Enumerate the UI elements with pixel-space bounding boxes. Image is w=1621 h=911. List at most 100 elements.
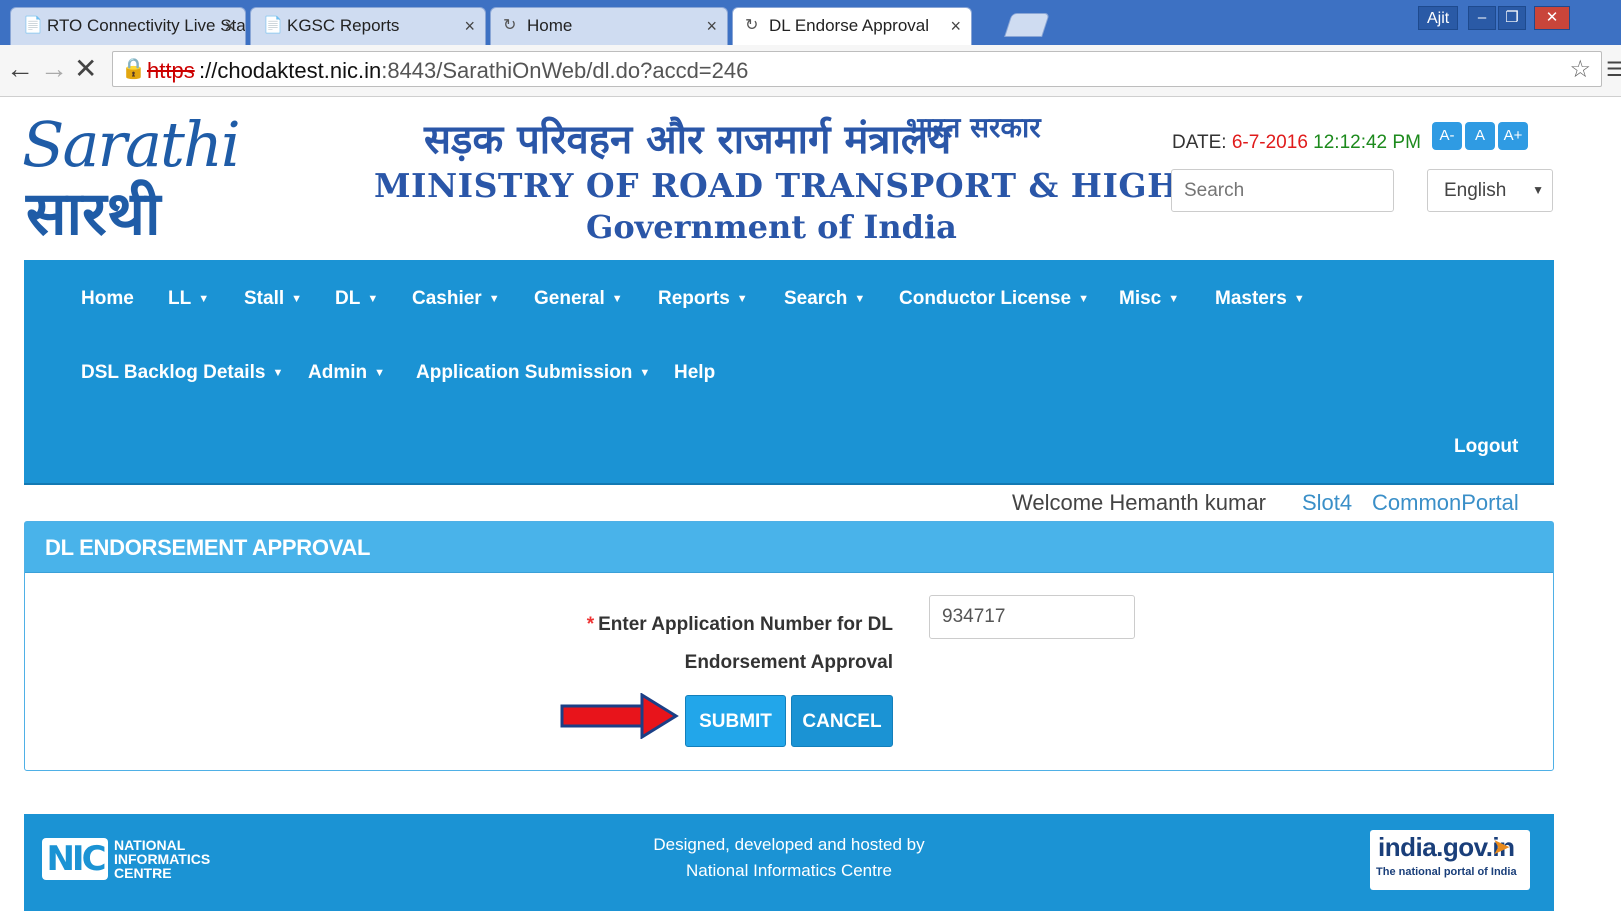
minimize-icon[interactable]: – [1468,6,1496,30]
nav-label: DSL Backlog Details [81,362,266,383]
nav-dl[interactable]: DL ▼ [335,288,378,310]
caret-down-icon: ▼ [1168,293,1180,305]
ministry-hindi-title: सड़क परिवहन और राजमार्ग मंत्रालय [424,117,952,163]
nav-masters[interactable]: Masters ▼ [1215,288,1305,310]
nav-cashier[interactable]: Cashier ▼ [412,288,500,310]
caret-down-icon: ▼ [639,367,651,379]
font-normal-button[interactable]: A [1465,122,1495,150]
welcome-text: Welcome Hemanth kumar [1012,490,1266,515]
application-number-label: * Enter Application Number for DL Endorse… [465,606,893,682]
tab-title: RTO Connectivity Live Sta [47,16,246,35]
caret-down-icon: ▼ [367,293,379,305]
nav-dsl-backlog[interactable]: DSL Backlog Details ▼ [81,362,283,384]
nav-stall[interactable]: Stall ▼ [244,288,302,310]
url-path: :8443/SarathiOnWeb/dl.do?accd=246 [381,58,749,83]
caret-down-icon: ▼ [374,367,385,379]
font-decrease-button[interactable]: A- [1432,122,1462,150]
tab-title: DL Endorse Approval [769,16,930,35]
caret-down-icon: ▼ [736,293,748,305]
nav-general[interactable]: General ▼ [534,288,623,310]
url-text: ://chodaktest.nic.in:8443/SarathiOnWeb/d… [199,58,748,84]
close-icon[interactable]: × [950,8,961,44]
nav-ll[interactable]: LL ▼ [168,288,209,310]
sarathi-logo: Sarathi सारथी [22,108,241,249]
tab-title: KGSC Reports [287,16,400,35]
nav-label: DL [335,288,361,309]
label-text: Enter Application Number for DL Endorsem… [598,614,893,673]
tab-title: Home [527,16,573,35]
nav-label: General [534,288,605,309]
page-icon: 📄 [263,17,283,34]
panel-header: DL ENDORSEMENT APPROVAL [25,522,1553,573]
time-value: 12:12:42 PM [1307,132,1421,153]
loading-icon: ↻ [745,17,759,34]
credit-line: National Informatics Centre [686,861,892,880]
logo-hindi: सारथी [26,179,161,249]
nav-label: Search [784,288,848,309]
required-marker: * [586,614,595,635]
nic-line: NATIONAL [114,837,186,853]
font-increase-button[interactable]: A+ [1498,122,1528,150]
nav-help[interactable]: Help [674,362,715,384]
browser-tab-dl-endorse[interactable]: ↻ DL Endorse Approval × [732,7,972,45]
nic-line: CENTRE [114,865,172,881]
insecure-lock-icon: 🔒 [121,58,146,80]
address-bar[interactable]: 🔒 https ://chodaktest.nic.in:8443/Sarath… [112,51,1602,87]
forward-icon[interactable]: → [40,53,68,85]
nav-label: Application Submission [416,362,633,383]
nav-label: Reports [658,288,730,309]
nic-mark: NIC [42,838,108,880]
caret-down-icon: ▼ [272,367,284,379]
caret-down-icon: ▼ [291,293,303,305]
nav-conductor-license[interactable]: Conductor License ▼ [899,288,1089,310]
india-portal-badge[interactable]: india.gov.in ➤ The national portal of In… [1370,830,1530,890]
caret-down-icon: ▼ [1078,293,1089,305]
new-tab-button[interactable] [1004,13,1050,37]
flag-icon: ➤ [1492,834,1511,859]
chevron-down-icon: ▼ [1532,183,1544,197]
nav-label: Stall [244,288,285,309]
submit-button[interactable]: SUBMIT [685,695,786,747]
browser-toolbar: ← → ✕ 🔒 https ://chodaktest.nic.in:8443/… [0,45,1621,97]
application-number-input[interactable] [929,595,1135,639]
nav-search[interactable]: Search ▼ [784,288,865,310]
nic-logo: NIC NATIONAL INFORMATICS CENTRE [42,838,242,884]
common-portal-link[interactable]: CommonPortal [1372,490,1519,516]
stop-icon[interactable]: ✕ [74,53,97,85]
bookmark-star-icon[interactable]: ☆ [1569,55,1591,84]
cancel-button[interactable]: CANCEL [791,695,893,747]
slot-link[interactable]: Slot4 [1302,490,1352,516]
browser-tab-rto[interactable]: 📄 RTO Connectivity Live Sta × [10,7,246,45]
nic-wordmark: NATIONAL INFORMATICS CENTRE [114,838,210,880]
close-icon[interactable]: × [224,8,235,44]
nav-application-submission[interactable]: Application Submission ▼ [416,362,650,384]
nav-home[interactable]: Home [81,288,134,310]
loading-icon: ↻ [503,17,517,34]
profile-button[interactable]: Ajit [1418,6,1459,30]
ministry-title: MINISTRY OF ROAD TRANSPORT & HIGHWAYS [374,166,1288,205]
nav-label: LL [168,288,192,309]
browser-menu-icon[interactable]: ☰ [1606,57,1621,82]
main-nav: Home LL ▼ Stall ▼ DL ▼ Cashier ▼ General ▼ Re… [24,260,1554,485]
browser-tab-home[interactable]: ↻ Home × [490,7,728,45]
close-icon[interactable]: × [464,8,475,44]
close-icon[interactable]: × [706,8,717,44]
nav-label: Home [81,288,134,309]
browser-tab-kgsc[interactable]: 📄 KGSC Reports × [250,7,486,45]
nav-reports[interactable]: Reports ▼ [658,288,748,310]
nav-admin[interactable]: Admin ▼ [308,362,385,384]
panel-title: DL ENDORSEMENT APPROVAL [45,535,371,560]
nav-label: Conductor License [899,288,1072,309]
language-select[interactable]: English ▼ [1427,169,1553,212]
restore-icon[interactable]: ❐ [1498,6,1526,30]
url-host: ://chodaktest.nic.in [199,58,382,83]
back-icon[interactable]: ← [6,53,34,85]
nav-label: Cashier [412,288,482,309]
site-search-input[interactable] [1171,169,1394,212]
logout-link[interactable]: Logout [1454,436,1518,458]
nav-misc[interactable]: Misc ▼ [1119,288,1179,310]
window-close-icon[interactable]: ✕ [1534,6,1570,30]
language-value: English [1444,180,1507,201]
pointer-arrow-icon [560,693,679,739]
page-footer: NIC NATIONAL INFORMATICS CENTRE Designed… [24,814,1554,911]
